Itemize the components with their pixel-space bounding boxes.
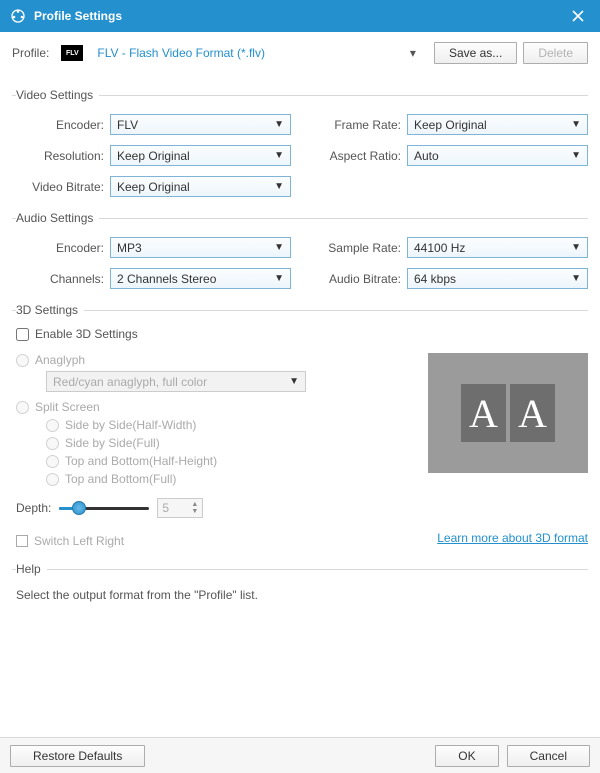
chevron-down-icon: ▾ <box>410 46 416 60</box>
learn-3d-link[interactable]: Learn more about 3D format <box>437 531 588 545</box>
chevron-down-icon: ▼ <box>571 119 581 130</box>
switch-left-right: Switch Left Right <box>16 534 124 548</box>
frame-rate-label: Frame Rate: <box>309 118 401 132</box>
video-encoder-label: Encoder: <box>12 118 104 132</box>
enable-3d-input[interactable] <box>16 328 29 341</box>
chevron-down-icon: ▼ <box>274 150 284 161</box>
cancel-button[interactable]: Cancel <box>507 745 590 767</box>
anaglyph-input <box>16 354 29 367</box>
audio-encoder-label: Encoder: <box>12 241 104 255</box>
chevron-down-icon: ▼ <box>571 150 581 161</box>
resolution-dropdown[interactable]: Keep Original▼ <box>110 145 291 166</box>
footer: Restore Defaults OK Cancel <box>0 737 600 773</box>
sbs-full-radio: Side by Side(Full) <box>46 436 410 450</box>
chevron-down-icon: ▼ <box>274 273 284 284</box>
profile-row: Profile: FLV FLV - Flash Video Format (*… <box>0 32 600 74</box>
profile-dropdown[interactable]: FLV - Flash Video Format (*.flv) ▾ <box>93 44 428 62</box>
profile-value: FLV - Flash Video Format (*.flv) <box>97 46 265 60</box>
sbs-half-radio: Side by Side(Half-Width) <box>46 418 410 432</box>
split-screen-radio: Split Screen <box>16 400 410 414</box>
audio-settings-group: Audio Settings Encoder: MP3▼ Sample Rate… <box>12 211 588 289</box>
depth-slider <box>59 501 149 515</box>
chevron-down-icon: ▼ <box>571 242 581 253</box>
split-input <box>16 401 29 414</box>
enable-3d-checkbox[interactable]: Enable 3D Settings <box>16 327 588 341</box>
app-icon <box>10 8 26 24</box>
channels-label: Channels: <box>12 272 104 286</box>
enable-3d-label: Enable 3D Settings <box>35 327 138 341</box>
video-bitrate-dropdown[interactable]: Keep Original▼ <box>110 176 291 197</box>
frame-rate-dropdown[interactable]: Keep Original▼ <box>407 114 588 135</box>
depth-label: Depth: <box>16 501 51 515</box>
audio-bitrate-label: Audio Bitrate: <box>309 272 401 286</box>
anaglyph-radio: Anaglyph <box>16 353 410 367</box>
video-bitrate-label: Video Bitrate: <box>12 180 104 194</box>
3d-legend: 3D Settings <box>16 303 84 317</box>
restore-defaults-button[interactable]: Restore Defaults <box>10 745 145 767</box>
anaglyph-mode-dropdown: Red/cyan anaglyph, full color▼ <box>46 371 306 392</box>
video-encoder-dropdown[interactable]: FLV▼ <box>110 114 291 135</box>
chevron-down-icon: ▼ <box>274 119 284 130</box>
flv-format-icon: FLV <box>61 45 83 61</box>
video-legend: Video Settings <box>16 88 99 102</box>
tb-full-radio: Top and Bottom(Full) <box>46 472 410 486</box>
help-legend: Help <box>16 562 47 576</box>
depth-spinner: 5 ▲▼ <box>157 498 203 518</box>
spinner-arrows-icon: ▲▼ <box>191 501 198 515</box>
help-group: Help Select the output format from the "… <box>12 562 588 608</box>
preview-letter-left: A <box>461 384 506 442</box>
3d-settings-group: 3D Settings Enable 3D Settings Anaglyph … <box>12 303 588 548</box>
chevron-down-icon: ▼ <box>274 242 284 253</box>
tb-half-radio: Top and Bottom(Half-Height) <box>46 454 410 468</box>
aspect-ratio-label: Aspect Ratio: <box>309 149 401 163</box>
preview-letter-right: A <box>510 384 555 442</box>
ok-button[interactable]: OK <box>435 745 498 767</box>
3d-preview: A A <box>428 353 588 473</box>
help-text: Select the output format from the "Profi… <box>12 582 588 608</box>
switch-checkbox-icon <box>16 535 28 547</box>
video-settings-group: Video Settings Encoder: FLV▼ Frame Rate:… <box>12 88 588 197</box>
slider-thumb <box>72 501 86 515</box>
resolution-label: Resolution: <box>12 149 104 163</box>
sample-rate-label: Sample Rate: <box>309 241 401 255</box>
switch-label: Switch Left Right <box>34 534 124 548</box>
audio-legend: Audio Settings <box>16 211 99 225</box>
chevron-down-icon: ▼ <box>289 376 299 387</box>
anaglyph-label: Anaglyph <box>35 353 85 367</box>
aspect-ratio-dropdown[interactable]: Auto▼ <box>407 145 588 166</box>
close-icon[interactable] <box>566 4 590 28</box>
save-as-button[interactable]: Save as... <box>434 42 517 64</box>
chevron-down-icon: ▼ <box>571 273 581 284</box>
split-label: Split Screen <box>35 400 100 414</box>
audio-encoder-dropdown[interactable]: MP3▼ <box>110 237 291 258</box>
audio-bitrate-dropdown[interactable]: 64 kbps▼ <box>407 268 588 289</box>
chevron-down-icon: ▼ <box>274 181 284 192</box>
window-title: Profile Settings <box>34 9 122 23</box>
delete-button[interactable]: Delete <box>523 42 588 64</box>
channels-dropdown[interactable]: 2 Channels Stereo▼ <box>110 268 291 289</box>
titlebar: Profile Settings <box>0 0 600 32</box>
profile-label: Profile: <box>12 46 49 60</box>
sample-rate-dropdown[interactable]: 44100 Hz▼ <box>407 237 588 258</box>
